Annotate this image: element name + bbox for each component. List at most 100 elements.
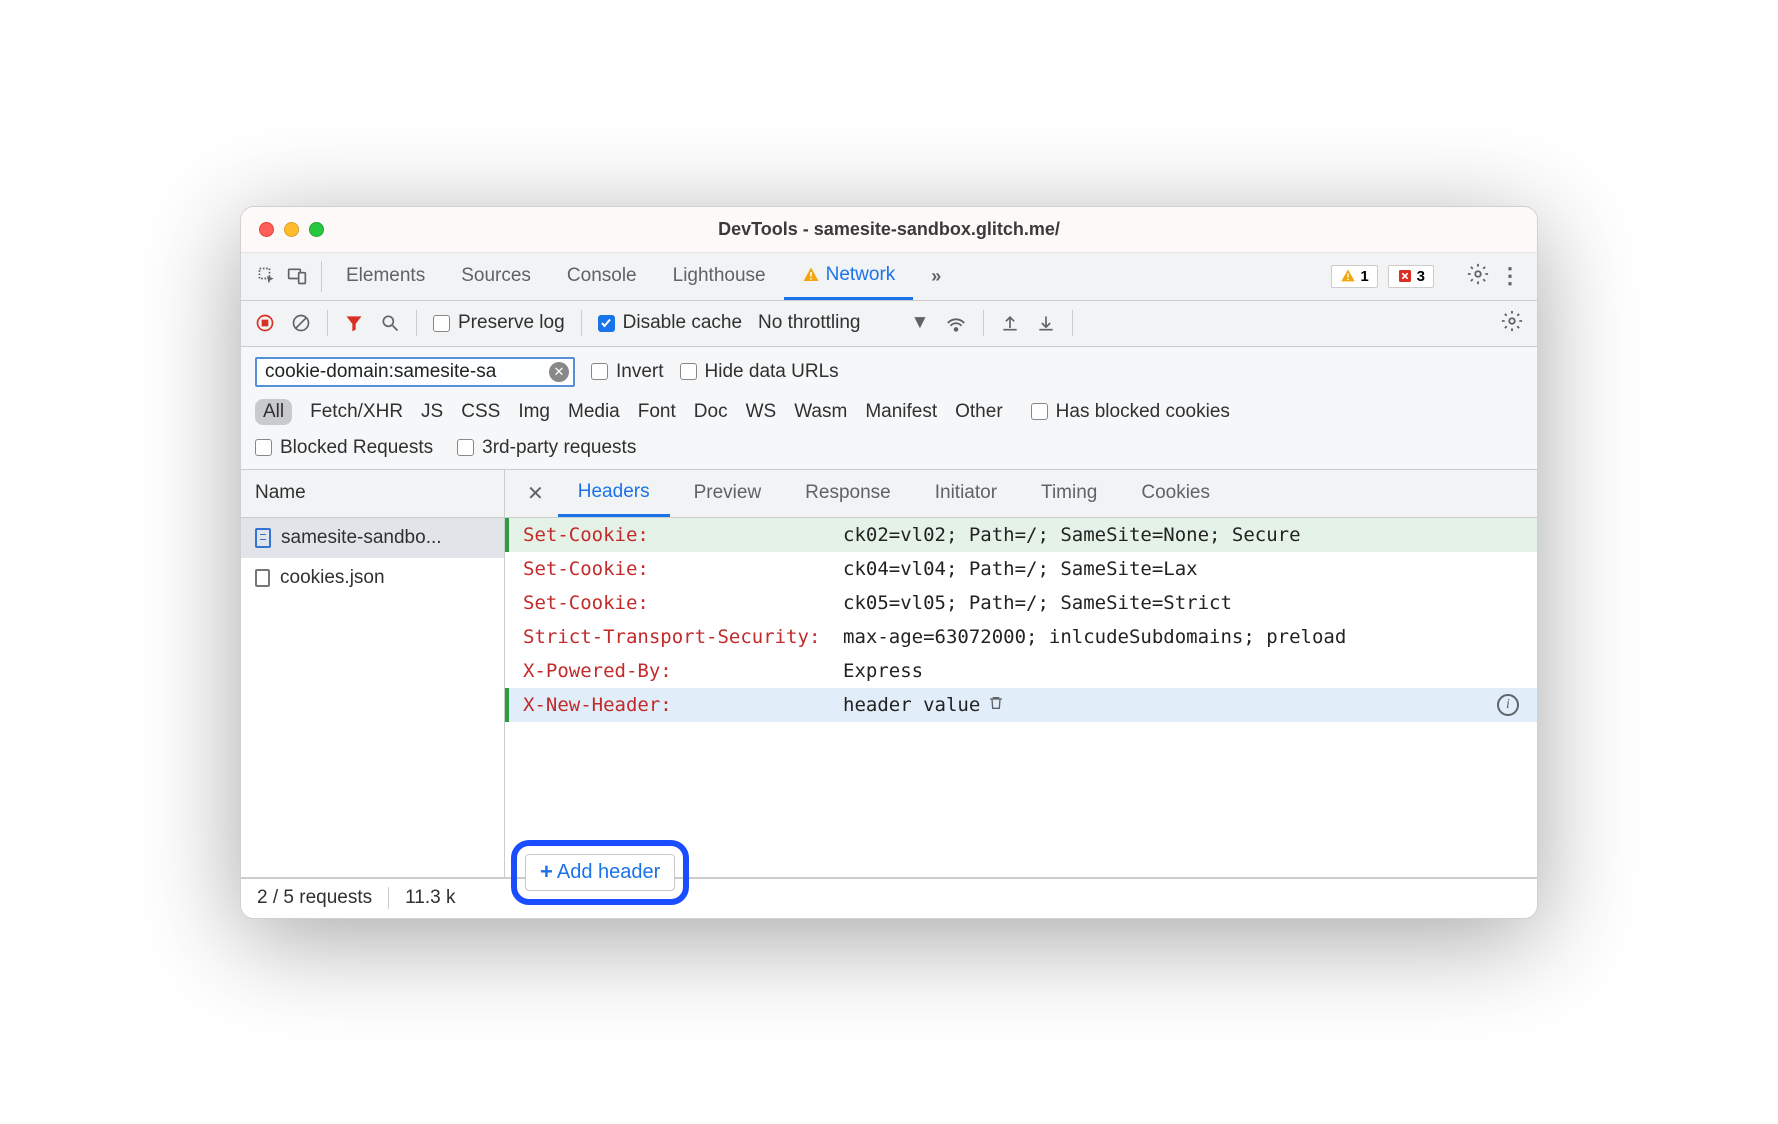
traffic-lights xyxy=(259,222,324,237)
checkbox-checked-icon xyxy=(598,315,615,332)
filter-bar: ✕ Invert Hide data URLs All Fetch/XHR JS… xyxy=(241,347,1537,470)
record-button[interactable] xyxy=(255,313,275,333)
close-detail-button[interactable]: ✕ xyxy=(517,470,554,517)
detail-tab-cookies[interactable]: Cookies xyxy=(1121,470,1230,517)
delete-header-icon[interactable] xyxy=(988,694,1004,716)
search-icon[interactable] xyxy=(380,313,400,333)
filter-icon[interactable] xyxy=(344,313,364,333)
header-row[interactable]: Set-Cookie: ck02=vl02; Path=/; SameSite=… xyxy=(505,518,1537,552)
checkbox-icon xyxy=(680,363,697,380)
request-row[interactable]: cookies.json xyxy=(241,558,504,598)
inspect-element-icon[interactable] xyxy=(257,266,277,286)
detail-tab-timing[interactable]: Timing xyxy=(1021,470,1117,517)
type-media[interactable]: Media xyxy=(568,401,620,423)
warnings-count: 1 xyxy=(1360,268,1368,285)
header-row-editing[interactable]: X-New-Header: header value i xyxy=(505,688,1537,722)
transfer-size: 11.3 k xyxy=(405,887,455,909)
type-all[interactable]: All xyxy=(255,399,292,425)
type-filters: All Fetch/XHR JS CSS Img Media Font Doc … xyxy=(255,399,1523,425)
detail-tab-initiator[interactable]: Initiator xyxy=(915,470,1017,517)
warnings-badge[interactable]: 1 xyxy=(1331,265,1377,288)
upload-har-icon[interactable] xyxy=(1000,313,1020,333)
header-name: X-Powered-By: xyxy=(523,660,843,682)
warning-icon xyxy=(802,266,820,284)
preserve-log-checkbox[interactable]: Preserve log xyxy=(433,312,565,334)
detail-tab-headers[interactable]: Headers xyxy=(558,470,670,517)
request-row[interactable]: samesite-sandbo... xyxy=(241,518,504,558)
settings-icon[interactable] xyxy=(1467,263,1489,290)
window-title: DevTools - samesite-sandbox.glitch.me/ xyxy=(718,219,1060,240)
chevron-down-icon: ▼ xyxy=(910,312,929,334)
warning-icon xyxy=(1340,268,1356,284)
titlebar: DevTools - samesite-sandbox.glitch.me/ xyxy=(241,207,1537,253)
has-blocked-cookies-checkbox[interactable]: Has blocked cookies xyxy=(1031,401,1230,423)
type-fetch-xhr[interactable]: Fetch/XHR xyxy=(310,401,403,423)
header-value: ck04=vl04; Path=/; SameSite=Lax xyxy=(843,558,1519,580)
header-row[interactable]: Strict-Transport-Security: max-age=63072… xyxy=(505,620,1537,654)
header-name: Set-Cookie: xyxy=(523,524,843,546)
info-icon[interactable]: i xyxy=(1497,694,1519,716)
tab-console[interactable]: Console xyxy=(549,253,655,300)
download-har-icon[interactable] xyxy=(1036,313,1056,333)
errors-count: 3 xyxy=(1417,268,1425,285)
requests-column-header[interactable]: Name xyxy=(241,470,504,518)
checkbox-icon xyxy=(1031,403,1048,420)
tab-elements[interactable]: Elements xyxy=(328,253,443,300)
type-img[interactable]: Img xyxy=(518,401,550,423)
device-toolbar-icon[interactable] xyxy=(287,266,307,286)
main-tabs: Elements Sources Console Lighthouse Netw… xyxy=(328,253,959,300)
type-font[interactable]: Font xyxy=(638,401,676,423)
headers-list: Set-Cookie: ck02=vl02; Path=/; SameSite=… xyxy=(505,518,1537,877)
hide-data-urls-checkbox[interactable]: Hide data URLs xyxy=(680,361,839,383)
header-value: ck02=vl02; Path=/; SameSite=None; Secure xyxy=(843,524,1519,546)
add-header-button[interactable]: + Add header xyxy=(525,854,675,891)
header-row[interactable]: Set-Cookie: ck05=vl05; Path=/; SameSite=… xyxy=(505,586,1537,620)
header-value: ck05=vl05; Path=/; SameSite=Strict xyxy=(843,592,1519,614)
third-party-requests-checkbox[interactable]: 3rd-party requests xyxy=(457,437,636,459)
type-css[interactable]: CSS xyxy=(461,401,500,423)
invert-checkbox[interactable]: Invert xyxy=(591,361,664,383)
devtools-window: DevTools - samesite-sandbox.glitch.me/ E… xyxy=(240,206,1538,919)
checkbox-icon xyxy=(457,439,474,456)
blocked-requests-checkbox[interactable]: Blocked Requests xyxy=(255,437,433,459)
maximize-window-button[interactable] xyxy=(309,222,324,237)
filter-input-wrap[interactable]: ✕ xyxy=(255,357,575,387)
content-pane: Name samesite-sandbo... cookies.json ✕ H… xyxy=(241,470,1537,878)
more-tabs-button[interactable]: » xyxy=(913,253,959,300)
checkbox-icon xyxy=(433,315,450,332)
header-value[interactable]: header value i xyxy=(843,694,1519,716)
type-js[interactable]: JS xyxy=(421,401,443,423)
filter-input[interactable] xyxy=(265,361,549,383)
more-menu-icon[interactable]: ⋮ xyxy=(1499,263,1521,289)
header-name[interactable]: X-New-Header: xyxy=(523,694,843,716)
request-name: samesite-sandbo... xyxy=(281,527,442,549)
detail-tab-preview[interactable]: Preview xyxy=(674,470,782,517)
detail-pane: ✕ Headers Preview Response Initiator Tim… xyxy=(505,470,1537,877)
disable-cache-checkbox[interactable]: Disable cache xyxy=(598,312,742,334)
type-wasm[interactable]: Wasm xyxy=(794,401,847,423)
type-manifest[interactable]: Manifest xyxy=(865,401,937,423)
errors-badge[interactable]: 3 xyxy=(1388,265,1434,288)
tab-sources[interactable]: Sources xyxy=(443,253,549,300)
network-settings-icon[interactable] xyxy=(1501,310,1523,337)
network-conditions-icon[interactable] xyxy=(945,312,967,334)
type-doc[interactable]: Doc xyxy=(694,401,728,423)
tab-lighthouse[interactable]: Lighthouse xyxy=(655,253,784,300)
minimize-window-button[interactable] xyxy=(284,222,299,237)
clear-button[interactable] xyxy=(291,313,311,333)
type-other[interactable]: Other xyxy=(955,401,1003,423)
detail-tab-response[interactable]: Response xyxy=(785,470,911,517)
throttling-select[interactable]: No throttling ▼ xyxy=(758,312,929,334)
header-row[interactable]: Set-Cookie: ck04=vl04; Path=/; SameSite=… xyxy=(505,552,1537,586)
header-row[interactable]: X-Powered-By: Express xyxy=(505,654,1537,688)
close-window-button[interactable] xyxy=(259,222,274,237)
error-icon xyxy=(1397,268,1413,284)
header-name: Set-Cookie: xyxy=(523,558,843,580)
tab-network[interactable]: Network xyxy=(784,253,914,300)
header-value: Express xyxy=(843,660,1519,682)
requests-count: 2 / 5 requests xyxy=(257,887,372,909)
requests-sidebar: Name samesite-sandbo... cookies.json xyxy=(241,470,505,877)
checkbox-icon xyxy=(591,363,608,380)
clear-filter-button[interactable]: ✕ xyxy=(549,362,569,382)
type-ws[interactable]: WS xyxy=(746,401,777,423)
